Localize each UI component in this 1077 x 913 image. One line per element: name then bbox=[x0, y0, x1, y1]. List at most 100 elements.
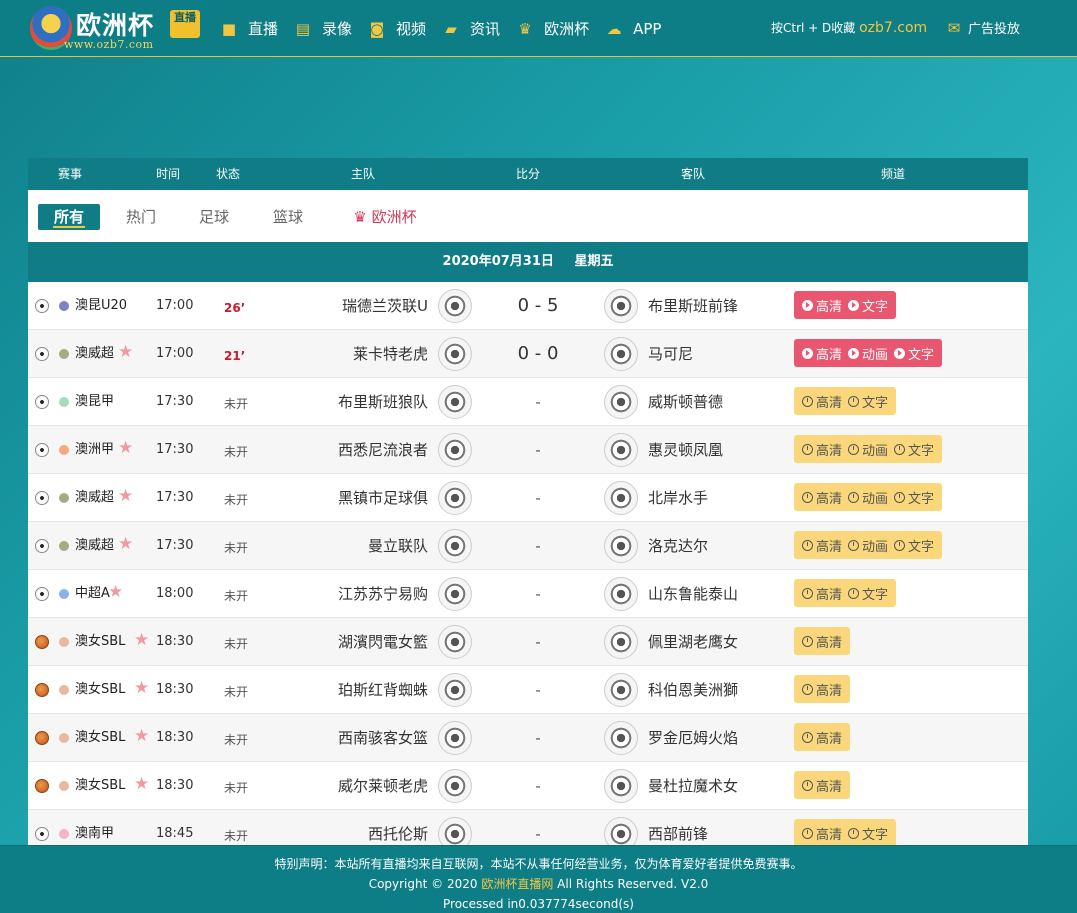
league-name[interactable]: 中超A bbox=[75, 570, 110, 618]
channel-link[interactable]: 高清 bbox=[802, 584, 842, 603]
table-row[interactable]: 澳女SBL ★ 18:30 未开 珀斯红背蜘蛛 - 科伯恩美洲獅 高清 bbox=[28, 666, 1028, 714]
away-team-name[interactable]: 佩里湖老鹰女 bbox=[648, 618, 788, 666]
channel-label: 高清 bbox=[816, 491, 843, 507]
away-team-name[interactable]: 北岸水手 bbox=[648, 474, 788, 522]
channel-label: 文字 bbox=[862, 395, 889, 411]
table-row[interactable]: 澳威超 ★ 17:30 未开 曼立联队 - 洛克达尔 高清 动画 文字 bbox=[28, 522, 1028, 570]
channel-link[interactable]: 高清 bbox=[802, 680, 842, 699]
nav-item-news[interactable]: ▰ 资讯 bbox=[440, 0, 514, 57]
league-name[interactable]: 澳威超 bbox=[75, 522, 114, 570]
filter-hot[interactable]: 热门 bbox=[113, 204, 169, 230]
home-team-name[interactable]: 瑞德兰茨联U bbox=[268, 282, 428, 330]
league-name[interactable]: 澳女SBL bbox=[75, 618, 125, 666]
league-name[interactable]: 澳女SBL bbox=[75, 714, 125, 762]
filter-football[interactable]: 足球 bbox=[186, 204, 242, 230]
league-name[interactable]: 澳女SBL bbox=[75, 762, 125, 810]
away-team-name[interactable]: 西部前锋 bbox=[648, 810, 788, 845]
table-row[interactable]: 澳威超 ★ 17:00 21’ 莱卡特老虎 0 - 0 马可尼 高清 动画 文字 bbox=[28, 330, 1028, 378]
nav-item-euro-cup[interactable]: ♛ 欧洲杯 bbox=[514, 0, 603, 57]
channel-link[interactable]: 文字 bbox=[894, 344, 934, 363]
away-team-crest-icon bbox=[604, 577, 638, 611]
home-team-name[interactable]: 湖濱閃電女籃 bbox=[268, 618, 428, 666]
away-team-name[interactable]: 布里斯班前锋 bbox=[648, 282, 788, 330]
league-name[interactable]: 澳女SBL bbox=[75, 666, 125, 714]
channel-link[interactable]: 文字 bbox=[894, 488, 934, 507]
away-team-name[interactable]: 洛克达尔 bbox=[648, 522, 788, 570]
channel-buttons: 高清 动画 文字 bbox=[794, 531, 943, 559]
away-team-name[interactable]: 曼杜拉魔术女 bbox=[648, 762, 788, 810]
away-team-name[interactable]: 威斯顿普德 bbox=[648, 378, 788, 426]
home-team-name[interactable]: 莱卡特老虎 bbox=[268, 330, 428, 378]
nav-item-video[interactable]: ◙ 视频 bbox=[366, 0, 440, 57]
channel-link[interactable]: 高清 bbox=[802, 632, 842, 651]
home-team-name[interactable]: 曼立联队 bbox=[268, 522, 428, 570]
channel-link[interactable]: 高清 bbox=[802, 344, 842, 363]
league-name[interactable]: 澳南甲 bbox=[75, 810, 114, 845]
channel-link[interactable]: 高清 bbox=[802, 488, 842, 507]
away-team-name[interactable]: 科伯恩美洲獅 bbox=[648, 666, 788, 714]
home-team-name[interactable]: 珀斯红背蜘蛛 bbox=[268, 666, 428, 714]
match-time: 17:30 bbox=[156, 490, 194, 505]
channel-link[interactable]: 高清 bbox=[802, 392, 842, 411]
away-team-name[interactable]: 惠灵顿凤凰 bbox=[648, 426, 788, 474]
play-circle-icon bbox=[802, 347, 813, 359]
filter-all[interactable]: 所有 bbox=[38, 204, 100, 230]
nav-item-live[interactable]: ■ 直播 bbox=[218, 0, 292, 57]
away-team-name[interactable]: 罗金厄姆火焰 bbox=[648, 714, 788, 762]
bookmark-url[interactable]: ozb7.com bbox=[859, 20, 927, 36]
nav-item-app[interactable]: ☁ APP bbox=[603, 0, 675, 57]
league-name[interactable]: 澳昆U20 bbox=[75, 282, 127, 330]
home-team-name[interactable]: 威尔莱顿老虎 bbox=[268, 762, 428, 810]
league-name[interactable]: 澳威超 bbox=[75, 474, 114, 522]
channel-link[interactable]: 动画 bbox=[848, 488, 888, 507]
league-name[interactable]: 澳昆甲 bbox=[75, 378, 114, 426]
main-nav: ■ 直播 ▤ 录像 ◙ 视频 ▰ 资讯 ♛ 欧洲杯 ☁ APP bbox=[218, 0, 675, 57]
home-team-name[interactable]: 西南骇客女篮 bbox=[268, 714, 428, 762]
copyright-brand-link[interactable]: 欧洲杯直播网 bbox=[481, 877, 553, 891]
channel-link[interactable]: 高清 bbox=[802, 776, 842, 795]
home-team-name[interactable]: 江苏苏宁易购 bbox=[268, 570, 428, 618]
site-logo[interactable]: 欧洲杯 直播 www.ozb7.com bbox=[30, 6, 210, 52]
home-team-name[interactable]: 布里斯班狼队 bbox=[268, 378, 428, 426]
table-row[interactable]: 澳女SBL ★ 18:30 未开 西南骇客女篮 - 罗金厄姆火焰 高清 bbox=[28, 714, 1028, 762]
channel-link[interactable]: 高清 bbox=[802, 536, 842, 555]
table-row[interactable]: 澳洲甲 ★ 17:30 未开 西悉尼流浪者 - 惠灵顿凤凰 高清 动画 文字 bbox=[28, 426, 1028, 474]
channel-link[interactable]: 高清 bbox=[802, 728, 842, 747]
table-row[interactable]: 澳昆甲 17:30 未开 布里斯班狼队 - 威斯顿普德 高清 文字 bbox=[28, 378, 1028, 426]
ad-placement-link[interactable]: ✉ 广告投放 bbox=[946, 18, 1020, 38]
table-row[interactable]: 澳南甲 18:45 未开 西托伦斯 - 西部前锋 高清 文字 bbox=[28, 810, 1028, 845]
league-name[interactable]: 澳威超 bbox=[75, 330, 114, 378]
table-row[interactable]: 澳昆U20 17:00 26’ 瑞德兰茨联U 0 - 5 布里斯班前锋 高清 文字 bbox=[28, 282, 1028, 330]
table-row[interactable]: 澳女SBL ★ 18:30 未开 湖濱閃電女籃 - 佩里湖老鹰女 高清 bbox=[28, 618, 1028, 666]
channel-label: 文字 bbox=[908, 539, 935, 555]
channel-link[interactable]: 文字 bbox=[848, 824, 888, 843]
channel-link[interactable]: 文字 bbox=[848, 296, 888, 315]
table-row[interactable]: 澳女SBL ★ 18:30 未开 威尔莱顿老虎 - 曼杜拉魔术女 高清 bbox=[28, 762, 1028, 810]
filter-euro-cup[interactable]: ♛ 欧洲杯 bbox=[340, 204, 430, 230]
channel-link[interactable]: 动画 bbox=[848, 536, 888, 555]
match-score: 0 - 0 bbox=[517, 343, 559, 364]
football-icon bbox=[35, 299, 49, 313]
channel-link[interactable]: 文字 bbox=[894, 536, 934, 555]
channel-link[interactable]: 文字 bbox=[848, 584, 888, 603]
league-name[interactable]: 澳洲甲 bbox=[75, 426, 114, 474]
channel-link[interactable]: 高清 bbox=[802, 296, 842, 315]
home-team-name[interactable]: 西托伦斯 bbox=[268, 810, 428, 845]
filter-euro-cup-label: 欧洲杯 bbox=[371, 208, 417, 226]
channel-link[interactable]: 文字 bbox=[848, 392, 888, 411]
nav-item-replay[interactable]: ▤ 录像 bbox=[292, 0, 366, 57]
home-team-name[interactable]: 黑镇市足球俱 bbox=[268, 474, 428, 522]
channel-link[interactable]: 动画 bbox=[848, 344, 888, 363]
filter-basketball[interactable]: 篮球 bbox=[260, 204, 316, 230]
channel-link[interactable]: 动画 bbox=[848, 440, 888, 459]
away-team-name[interactable]: 山东鲁能泰山 bbox=[648, 570, 788, 618]
match-time: 18:30 bbox=[156, 634, 194, 649]
table-row[interactable]: 中超A ★ 18:00 未开 江苏苏宁易购 - 山东鲁能泰山 高清 文字 bbox=[28, 570, 1028, 618]
home-team-name[interactable]: 西悉尼流浪者 bbox=[268, 426, 428, 474]
channel-link[interactable]: 高清 bbox=[802, 440, 842, 459]
league-color-dot bbox=[59, 397, 69, 407]
channel-link[interactable]: 高清 bbox=[802, 824, 842, 843]
channel-link[interactable]: 文字 bbox=[894, 440, 934, 459]
table-row[interactable]: 澳威超 ★ 17:30 未开 黑镇市足球俱 - 北岸水手 高清 动画 文字 bbox=[28, 474, 1028, 522]
away-team-name[interactable]: 马可尼 bbox=[648, 330, 788, 378]
